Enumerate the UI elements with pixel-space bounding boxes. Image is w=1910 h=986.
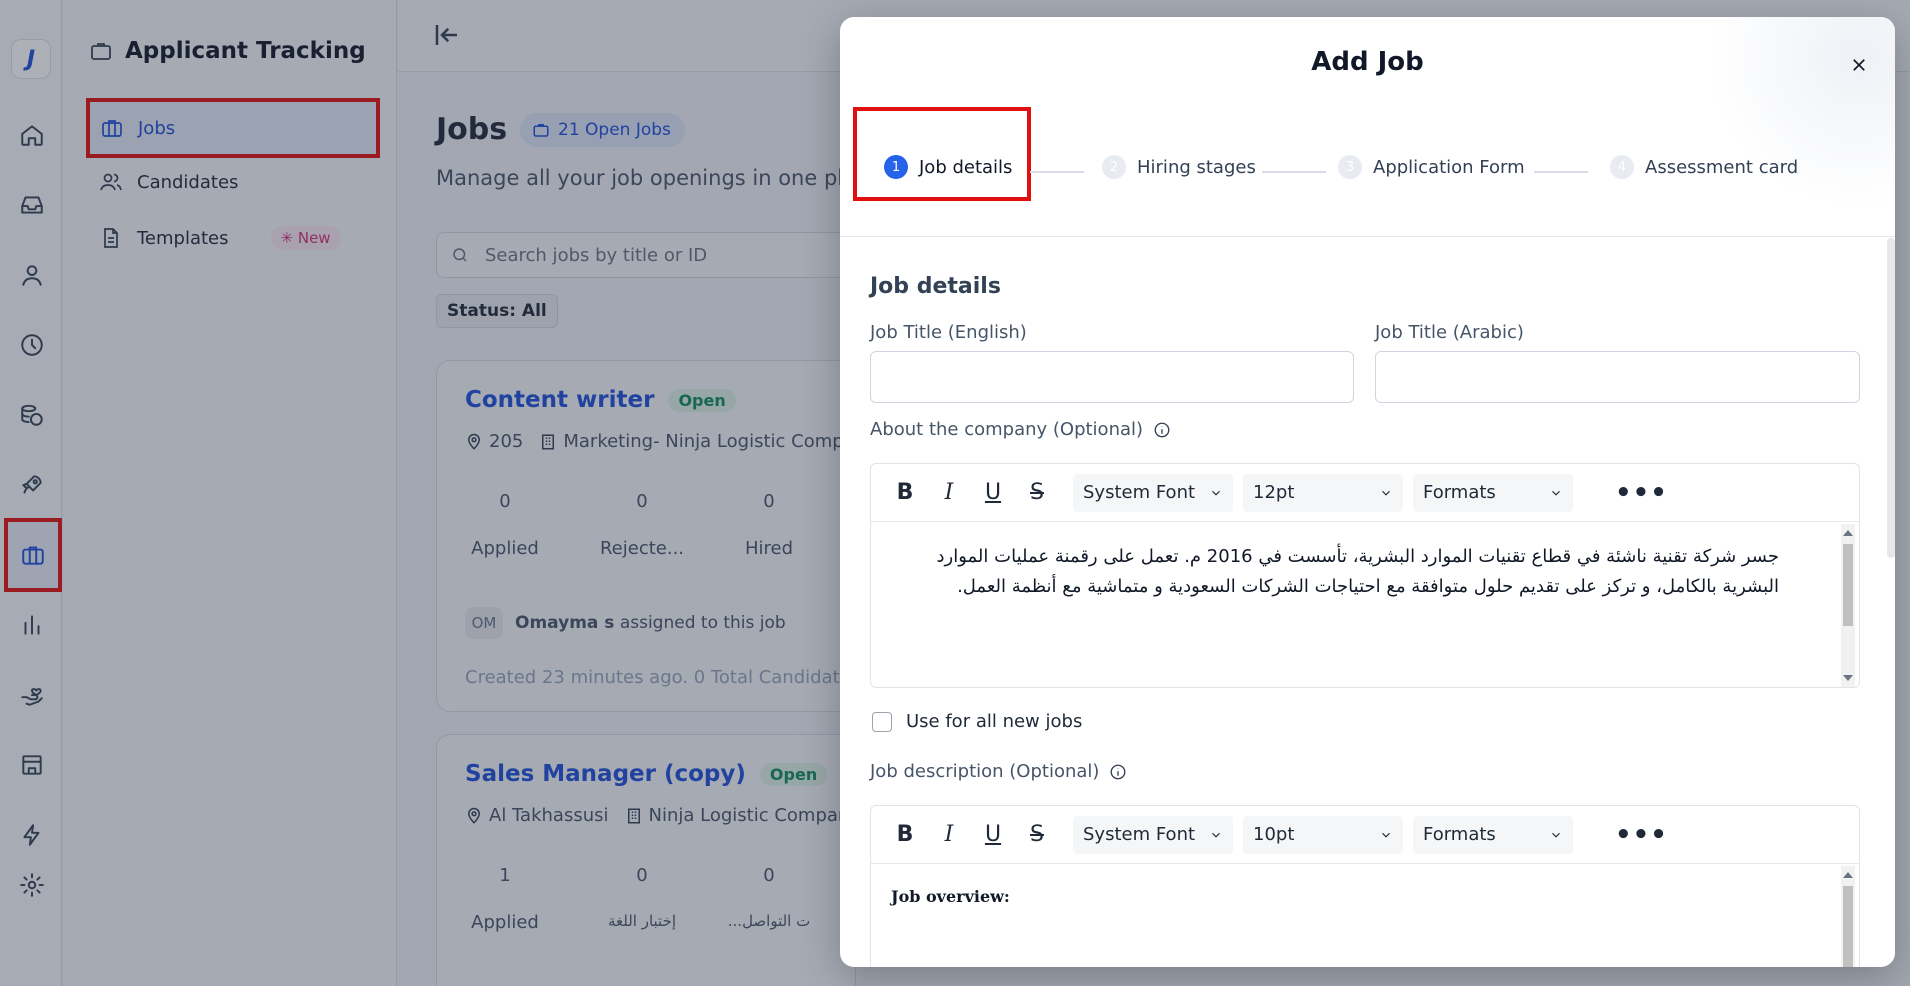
step-hiring-stages[interactable]: 2 Hiring stages (1102, 155, 1256, 179)
job-title-en-label: Job Title (English) (870, 322, 1027, 343)
chevron-down-icon (1382, 490, 1390, 496)
job-description-label-text: Job description (Optional) (870, 761, 1100, 782)
font-size-select[interactable]: 12pt (1243, 473, 1403, 512)
stepper: 1 Job details 2 Hiring stages 3 Application… (840, 107, 1895, 237)
underline-button[interactable]: U (973, 815, 1013, 855)
chevron-down-icon (1212, 832, 1220, 838)
about-company-text[interactable]: جسر شركة تقنية ناشئة في قطاع تقنيات المو… (871, 522, 1859, 622)
font-size-value: 10pt (1253, 824, 1295, 845)
step-number: 2 (1102, 155, 1126, 179)
modal-title: Add Job (1311, 47, 1424, 77)
job-title-ar-input[interactable] (1375, 351, 1860, 403)
step-label: Application Form (1373, 156, 1525, 178)
about-company-label: About the company (Optional) (870, 419, 1171, 440)
job-title-ar-label: Job Title (Arabic) (1375, 322, 1524, 343)
modal-scrollbar[interactable] (1887, 238, 1895, 558)
font-family-select[interactable]: System Font (1073, 815, 1233, 854)
close-button[interactable] (1845, 51, 1873, 79)
step-number: 1 (884, 155, 908, 179)
modal-body: Job details Job Title (English) Job Titl… (840, 238, 1885, 967)
underline-button[interactable]: U (973, 473, 1013, 513)
step-connector (1262, 171, 1326, 173)
font-family-select[interactable]: System Font (1073, 473, 1233, 512)
editor-toolbar: B I U S System Font 10pt Formats ••• (871, 806, 1859, 864)
more-options-button[interactable]: ••• (1615, 478, 1668, 508)
formats-value: Formats (1423, 482, 1496, 503)
font-size-value: 12pt (1253, 482, 1295, 503)
formats-select[interactable]: Formats (1413, 473, 1573, 512)
step-label: Job details (919, 156, 1013, 178)
step-number: 3 (1338, 155, 1362, 179)
scroll-up-arrow-icon[interactable] (1843, 872, 1853, 878)
chevron-down-icon (1212, 490, 1220, 496)
font-family-value: System Font (1083, 482, 1196, 503)
font-family-value: System Font (1083, 824, 1196, 845)
job-description-label: Job description (Optional) (870, 761, 1127, 782)
bold-button[interactable]: B (885, 473, 925, 513)
editor-scrollbar[interactable] (1841, 866, 1855, 967)
step-label: Assessment card (1645, 156, 1799, 178)
formats-select[interactable]: Formats (1413, 815, 1573, 854)
checkbox-box[interactable] (872, 711, 892, 732)
job-description-text[interactable]: Job overview: (871, 864, 1859, 932)
more-options-button[interactable]: ••• (1615, 820, 1668, 850)
use-for-all-checkbox[interactable]: Use for all new jobs (872, 711, 1082, 732)
scroll-up-arrow-icon[interactable] (1843, 530, 1853, 536)
chevron-down-icon (1552, 490, 1560, 496)
step-highlight (853, 107, 1031, 201)
step-connector (1030, 171, 1084, 173)
job-description-editor[interactable]: B I U S System Font 10pt Formats ••• Job… (870, 805, 1860, 967)
info-icon[interactable] (1109, 763, 1127, 781)
italic-button[interactable]: I (929, 815, 969, 855)
italic-button[interactable]: I (929, 473, 969, 513)
strikethrough-button[interactable]: S (1017, 473, 1057, 513)
add-job-modal: Add Job 1 Job details 2 Hiring stages 3 App… (840, 17, 1895, 967)
info-icon[interactable] (1153, 421, 1171, 439)
scroll-down-arrow-icon[interactable] (1843, 675, 1853, 681)
step-number: 4 (1610, 155, 1634, 179)
step-connector (1534, 171, 1588, 173)
bold-button[interactable]: B (885, 815, 925, 855)
step-label: Hiring stages (1137, 156, 1256, 178)
section-title: Job details (870, 274, 1001, 299)
chevron-down-icon (1552, 832, 1560, 838)
about-company-editor[interactable]: B I U S System Font 12pt Formats ••• جسر… (870, 463, 1860, 688)
scroll-thumb[interactable] (1843, 544, 1853, 626)
formats-value: Formats (1423, 824, 1496, 845)
editor-scrollbar[interactable] (1841, 524, 1855, 687)
scroll-thumb[interactable] (1843, 886, 1853, 967)
font-size-select[interactable]: 10pt (1243, 815, 1403, 854)
checkbox-label: Use for all new jobs (906, 711, 1083, 732)
step-job-details[interactable]: 1 Job details (884, 155, 1012, 179)
strikethrough-button[interactable]: S (1017, 815, 1057, 855)
step-assessment-card[interactable]: 4 Assessment card (1610, 155, 1798, 179)
chevron-down-icon (1382, 832, 1390, 838)
close-icon (1853, 59, 1865, 71)
job-title-en-input[interactable] (870, 351, 1354, 403)
about-company-label-text: About the company (Optional) (870, 419, 1144, 440)
step-application-form[interactable]: 3 Application Form (1338, 155, 1525, 179)
editor-toolbar: B I U S System Font 12pt Formats ••• (871, 464, 1859, 522)
